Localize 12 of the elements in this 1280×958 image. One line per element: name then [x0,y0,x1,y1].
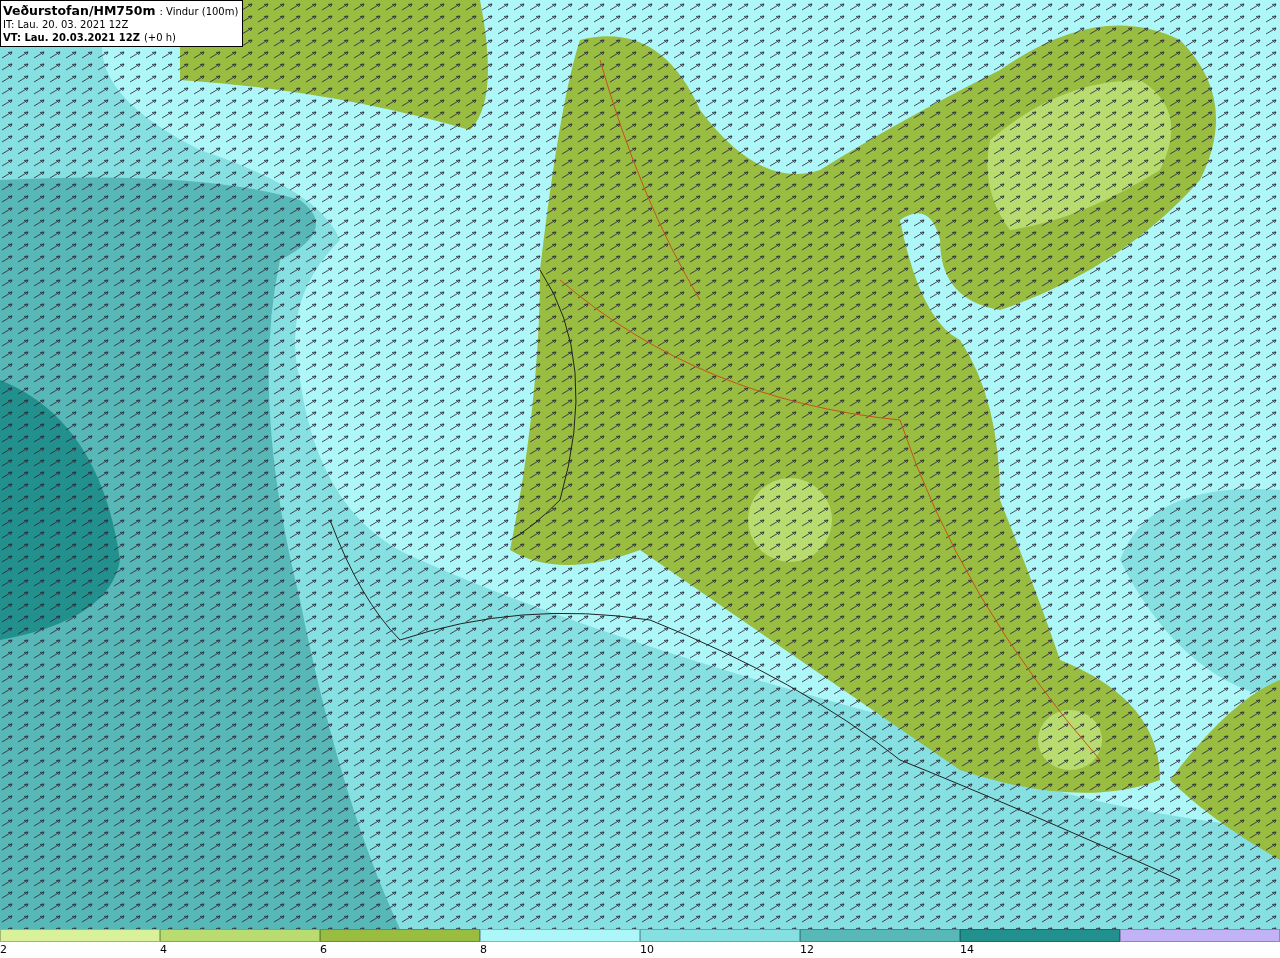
legend-label: 10 [640,942,654,958]
valid-time: VT: Lau. 20.03.2021 12Z [3,31,140,44]
legend-label: 8 [480,942,487,958]
model-title: Veðurstofan/HM750m [3,4,156,17]
legend-label: 12 [800,942,814,958]
legend-label: 2 [0,942,7,958]
legend-label: 14 [960,942,974,958]
legend-label: 4 [160,942,167,958]
initial-time: IT: Lau. 20. 03. 2021 12Z [3,18,129,31]
legend-label: 6 [320,942,327,958]
parameter-label: : Vindur (100m) [159,5,239,18]
lead-time: (+0 h) [143,31,176,44]
